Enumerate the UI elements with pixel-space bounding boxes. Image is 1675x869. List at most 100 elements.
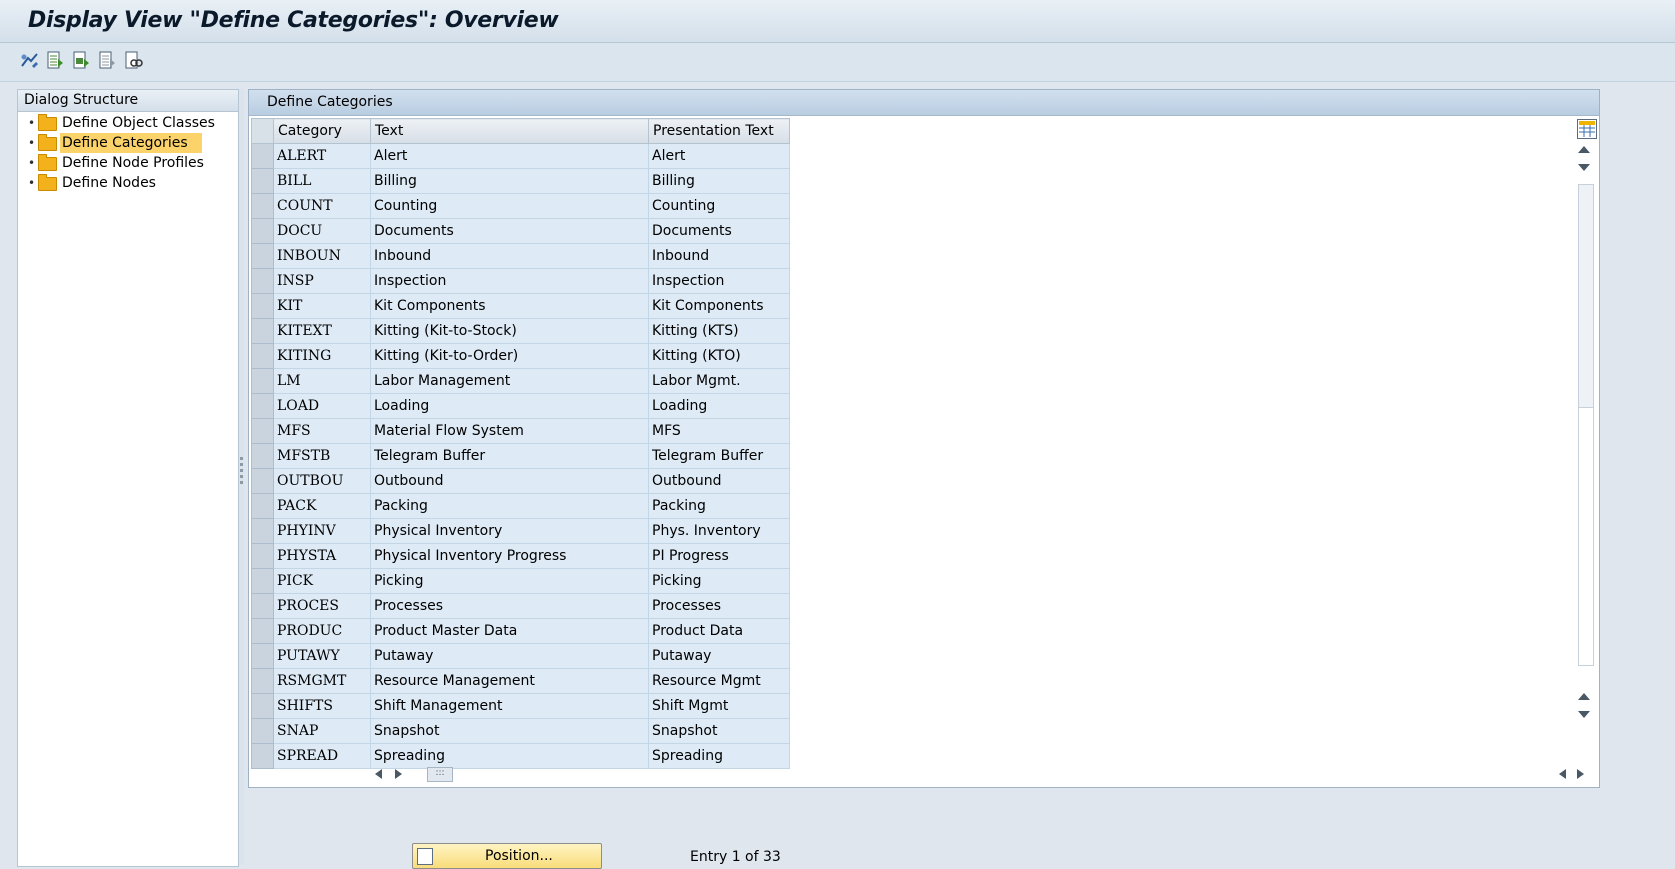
- row-selector[interactable]: [251, 568, 274, 594]
- cell-text[interactable]: Kitting (Kit-to-Stock): [370, 318, 649, 344]
- table-row[interactable]: PHYINV Physical Inventory Phys. Inventory: [251, 518, 790, 544]
- cell-presentation-text[interactable]: Shift Mgmt: [648, 693, 790, 719]
- cell-category[interactable]: MFS: [273, 418, 371, 444]
- cell-presentation-text[interactable]: Product Data: [648, 618, 790, 644]
- table-row[interactable]: PUTAWY Putaway Putaway: [251, 643, 790, 669]
- cell-text[interactable]: Putaway: [370, 643, 649, 669]
- row-selector[interactable]: [251, 368, 274, 394]
- table-row[interactable]: PRODUC Product Master Data Product Data: [251, 618, 790, 644]
- cell-presentation-text[interactable]: Counting: [648, 193, 790, 219]
- cell-category[interactable]: INSP: [273, 268, 371, 294]
- row-selector[interactable]: [251, 618, 274, 644]
- table-row[interactable]: MFS Material Flow System MFS: [251, 418, 790, 444]
- cell-text[interactable]: Loading: [370, 393, 649, 419]
- cell-presentation-text[interactable]: Processes: [648, 593, 790, 619]
- cell-text[interactable]: Inbound: [370, 243, 649, 269]
- column-header-category[interactable]: Category: [273, 118, 371, 144]
- scroll-left-icon[interactable]: [375, 769, 382, 779]
- cell-category[interactable]: KITING: [273, 343, 371, 369]
- scroll-down-icon[interactable]: [1578, 711, 1590, 718]
- row-selector[interactable]: [251, 168, 274, 194]
- row-selector[interactable]: [251, 243, 274, 269]
- table-row[interactable]: COUNT Counting Counting: [251, 193, 790, 219]
- cell-category[interactable]: PACK: [273, 493, 371, 519]
- row-selector[interactable]: [251, 143, 274, 169]
- table-row[interactable]: RSMGMT Resource Management Resource Mgmt: [251, 668, 790, 694]
- cell-text[interactable]: Processes: [370, 593, 649, 619]
- table-row[interactable]: LOAD Loading Loading: [251, 393, 790, 419]
- column-header-text[interactable]: Text: [370, 118, 649, 144]
- cell-category[interactable]: PUTAWY: [273, 643, 371, 669]
- row-selector[interactable]: [251, 718, 274, 744]
- table-row[interactable]: OUTBOU Outbound Outbound: [251, 468, 790, 494]
- cell-category[interactable]: PHYSTA: [273, 543, 371, 569]
- scroll-up-icon[interactable]: [1578, 693, 1590, 700]
- tree-item-define-nodes[interactable]: • Define Nodes: [18, 173, 238, 193]
- cell-presentation-text[interactable]: Resource Mgmt: [648, 668, 790, 694]
- row-selector[interactable]: [251, 443, 274, 469]
- cell-presentation-text[interactable]: Billing: [648, 168, 790, 194]
- select-all-rows-cell[interactable]: [251, 118, 274, 144]
- cell-category[interactable]: COUNT: [273, 193, 371, 219]
- cell-presentation-text[interactable]: Phys. Inventory: [648, 518, 790, 544]
- cell-presentation-text[interactable]: Putaway: [648, 643, 790, 669]
- panel-splitter[interactable]: [239, 89, 244, 865]
- column-header-presentation-text[interactable]: Presentation Text: [648, 118, 790, 144]
- cell-category[interactable]: ALERT: [273, 143, 371, 169]
- table-row[interactable]: INBOUN Inbound Inbound: [251, 243, 790, 269]
- cell-text[interactable]: Shift Management: [370, 693, 649, 719]
- row-selector[interactable]: [251, 293, 274, 319]
- cell-category[interactable]: SNAP: [273, 718, 371, 744]
- row-selector[interactable]: [251, 593, 274, 619]
- table-row[interactable]: SHIFTS Shift Management Shift Mgmt: [251, 693, 790, 719]
- scroll-track[interactable]: [1578, 184, 1594, 666]
- vertical-scrollbar[interactable]: [1574, 118, 1596, 733]
- cell-text[interactable]: Documents: [370, 218, 649, 244]
- cell-category[interactable]: MFSTB: [273, 443, 371, 469]
- deselect-all-icon[interactable]: [98, 50, 118, 72]
- cell-presentation-text[interactable]: Kitting (KTO): [648, 343, 790, 369]
- cell-category[interactable]: KIT: [273, 293, 371, 319]
- cell-category[interactable]: LOAD: [273, 393, 371, 419]
- cell-presentation-text[interactable]: Documents: [648, 218, 790, 244]
- select-block-icon[interactable]: [72, 50, 92, 72]
- cell-category[interactable]: DOCU: [273, 218, 371, 244]
- position-button[interactable]: Position...: [412, 843, 602, 869]
- scroll-down-icon[interactable]: [1578, 164, 1590, 171]
- table-row[interactable]: KIT Kit Components Kit Components: [251, 293, 790, 319]
- cell-category[interactable]: PROCES: [273, 593, 371, 619]
- cell-presentation-text[interactable]: Packing: [648, 493, 790, 519]
- cell-category[interactable]: SHIFTS: [273, 693, 371, 719]
- row-selector[interactable]: [251, 643, 274, 669]
- cell-text[interactable]: Material Flow System: [370, 418, 649, 444]
- table-row[interactable]: MFSTB Telegram Buffer Telegram Buffer: [251, 443, 790, 469]
- cell-presentation-text[interactable]: Kit Components: [648, 293, 790, 319]
- cell-presentation-text[interactable]: Picking: [648, 568, 790, 594]
- scroll-right-icon[interactable]: [395, 769, 402, 779]
- cell-text[interactable]: Product Master Data: [370, 618, 649, 644]
- find-icon[interactable]: [124, 50, 144, 72]
- scroll-thumb[interactable]: [1579, 185, 1593, 408]
- cell-text[interactable]: Kit Components: [370, 293, 649, 319]
- cell-presentation-text[interactable]: Telegram Buffer: [648, 443, 790, 469]
- cell-presentation-text[interactable]: MFS: [648, 418, 790, 444]
- table-row[interactable]: BILL Billing Billing: [251, 168, 790, 194]
- cell-text[interactable]: Telegram Buffer: [370, 443, 649, 469]
- cell-category[interactable]: RSMGMT: [273, 668, 371, 694]
- row-selector[interactable]: [251, 318, 274, 344]
- cell-presentation-text[interactable]: Inspection: [648, 268, 790, 294]
- row-selector[interactable]: [251, 543, 274, 569]
- table-row[interactable]: INSP Inspection Inspection: [251, 268, 790, 294]
- cell-presentation-text[interactable]: Labor Mgmt.: [648, 368, 790, 394]
- row-selector[interactable]: [251, 518, 274, 544]
- tree-item-define-node-profiles[interactable]: • Define Node Profiles: [18, 153, 238, 173]
- scroll-left-icon[interactable]: [1559, 769, 1566, 779]
- cell-presentation-text[interactable]: Outbound: [648, 468, 790, 494]
- cell-category[interactable]: KITEXT: [273, 318, 371, 344]
- cell-category[interactable]: INBOUN: [273, 243, 371, 269]
- cell-presentation-text[interactable]: Kitting (KTS): [648, 318, 790, 344]
- tree-item-define-categories[interactable]: • Define Categories: [18, 133, 238, 153]
- cell-category[interactable]: SPREAD: [273, 743, 371, 769]
- cell-text[interactable]: Picking: [370, 568, 649, 594]
- cell-text[interactable]: Outbound: [370, 468, 649, 494]
